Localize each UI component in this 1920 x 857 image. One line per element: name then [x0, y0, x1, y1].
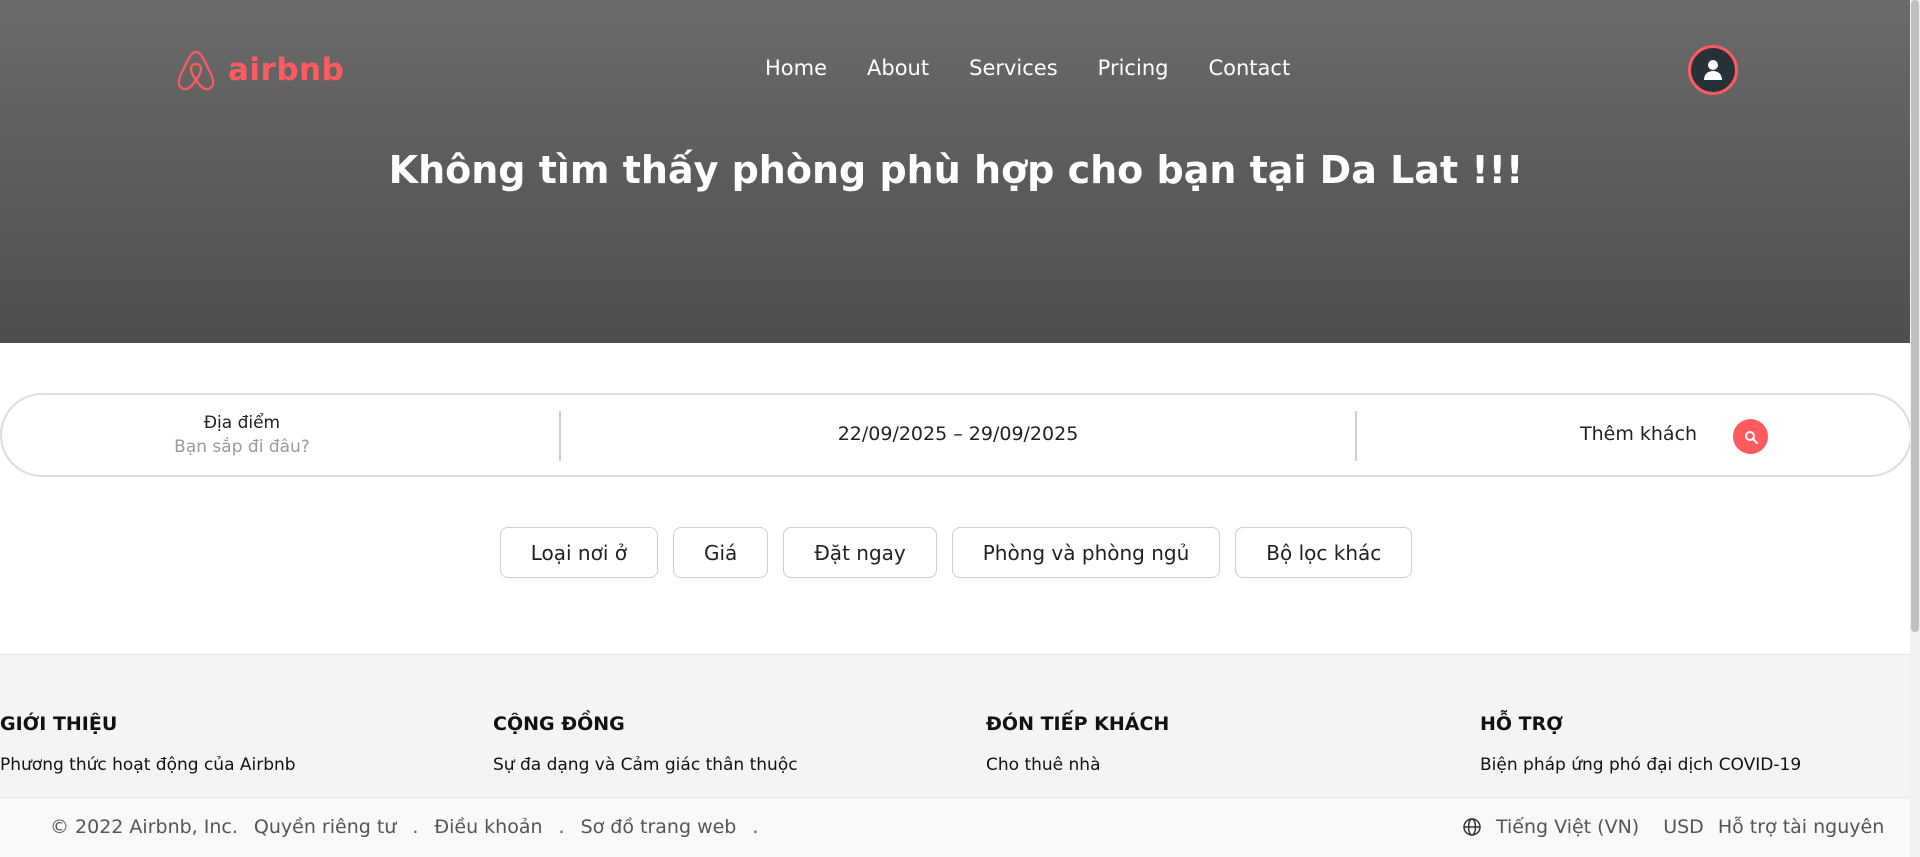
nav-home[interactable]: Home: [765, 56, 827, 80]
nav-services[interactable]: Services: [969, 56, 1058, 80]
location-label: Địa điểm: [203, 413, 281, 433]
separator: .: [558, 816, 565, 838]
footer-link[interactable]: Biện pháp ứng phó đại dịch COVID-19: [1480, 755, 1801, 775]
language-selector[interactable]: Tiếng Việt (VN): [1496, 816, 1639, 838]
footer-col-hosting: ĐÓN TIẾP KHÁCH Cho thuê nhà: [986, 713, 1169, 775]
footer-heading: CỘNG ĐỒNG: [493, 713, 625, 735]
location-field[interactable]: Địa điểm Bạn sắp đi đâu?: [152, 413, 332, 457]
support-link[interactable]: Hỗ trợ tài nguyên: [1718, 816, 1884, 838]
search-bar: Địa điểm Bạn sắp đi đâu? 22/09/2025 – 29…: [0, 393, 1912, 477]
footer-heading: ĐÓN TIẾP KHÁCH: [986, 713, 1170, 735]
footer-link[interactable]: Sự đa dạng và Cảm giác thân thuộc: [493, 755, 798, 775]
scrollbar-thumb[interactable]: [1911, 0, 1919, 632]
filter-rooms-beds[interactable]: Phòng và phòng ngủ: [951, 527, 1221, 578]
footer-heading: HỖ TRỢ: [1480, 713, 1563, 735]
sitemap-link[interactable]: Sơ đồ trang web: [581, 816, 737, 838]
location-input[interactable]: Bạn sắp đi đâu?: [152, 437, 332, 457]
divider: [1355, 411, 1357, 461]
nav-pricing[interactable]: Pricing: [1098, 56, 1169, 80]
locale-settings: Tiếng Việt (VN) USD Hỗ trợ tài nguyên: [1462, 816, 1884, 838]
footer-col-about: GIỚI THIỆU Phương thức hoạt động của Air…: [0, 713, 296, 775]
date-range-field[interactable]: 22/09/2025 – 29/09/2025: [562, 423, 1354, 445]
logo-text: airbnb: [228, 52, 345, 88]
copyright: © 2022 Airbnb, Inc.: [50, 816, 238, 838]
terms-link[interactable]: Điều khoản: [434, 816, 542, 838]
legal-links: © 2022 Airbnb, Inc. Quyền riêng tư . Điề…: [50, 816, 758, 838]
filter-place-type[interactable]: Loại nơi ở: [499, 527, 658, 578]
divider: [559, 411, 561, 461]
user-icon: [1704, 60, 1722, 80]
footer-heading: GIỚI THIỆU: [0, 713, 118, 735]
footer-link[interactable]: Phương thức hoạt động của Airbnb: [0, 755, 296, 775]
search-icon: [1744, 430, 1758, 444]
search-button[interactable]: [1733, 419, 1768, 454]
filter-price[interactable]: Giá: [673, 527, 769, 578]
page-title: Không tìm thấy phòng phù hợp cho bạn tại…: [388, 148, 1524, 192]
nav-about[interactable]: About: [867, 56, 929, 80]
airbnb-logo-icon: [177, 50, 215, 91]
separator: .: [412, 816, 419, 838]
nav-contact[interactable]: Contact: [1208, 56, 1290, 80]
filter-bar: Loại nơi ở Giá Đặt ngay Phòng và phòng n…: [0, 527, 1912, 578]
globe-icon: [1463, 818, 1481, 836]
user-menu-button[interactable]: [1688, 45, 1738, 95]
main-nav: Home About Services Pricing Contact: [765, 56, 1290, 80]
bottom-bar: © 2022 Airbnb, Inc. Quyền riêng tư . Điề…: [0, 797, 1912, 857]
footer-link[interactable]: Cho thuê nhà: [986, 755, 1169, 775]
hero-banner: airbnb Home About Services Pricing Conta…: [0, 0, 1910, 343]
currency-selector[interactable]: USD: [1663, 816, 1704, 838]
scrollbar[interactable]: [1910, 0, 1920, 857]
filter-more[interactable]: Bộ lọc khác: [1235, 527, 1413, 578]
privacy-link[interactable]: Quyền riêng tư: [254, 816, 396, 838]
footer: GIỚI THIỆU Phương thức hoạt động của Air…: [0, 654, 1912, 797]
guests-field[interactable]: Thêm khách: [1580, 423, 1697, 445]
filter-instant-book[interactable]: Đặt ngay: [783, 527, 937, 578]
footer-col-support: HỖ TRỢ Biện pháp ứng phó đại dịch COVID-…: [1480, 713, 1801, 775]
footer-col-community: CỘNG ĐỒNG Sự đa dạng và Cảm giác thân th…: [493, 713, 798, 775]
airbnb-logo[interactable]: airbnb: [176, 48, 344, 92]
separator: .: [752, 816, 759, 838]
